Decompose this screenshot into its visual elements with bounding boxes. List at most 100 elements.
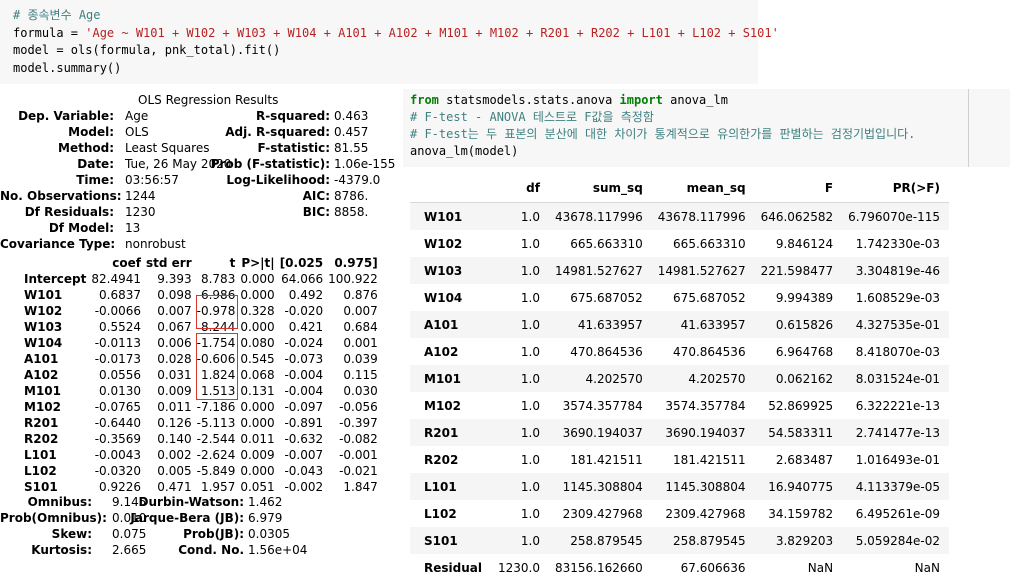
code-cell-scrollbar[interactable] [968, 89, 969, 167]
coef-cell: 0.011 [240, 432, 275, 446]
anova-row-name: W103 [424, 263, 463, 278]
anova-cell: 6.796070e-115 [848, 209, 940, 224]
coef-cell: -7.186 [196, 400, 236, 414]
anova-cell: 1.742330e-03 [855, 236, 940, 251]
coef-cell: -0.021 [339, 464, 378, 478]
anova-row-name: L101 [424, 479, 457, 494]
ols-right-value: -4379.0 [334, 173, 381, 187]
coef-cell: -0.0173 [94, 352, 142, 366]
coef-cell: -0.024 [284, 336, 324, 350]
ols-diag-left-label: Skew: [51, 527, 92, 541]
anova-cell: 221.598477 [760, 263, 834, 278]
anova-cell: 258.879545 [673, 533, 746, 548]
coef-cell: -0.397 [339, 416, 378, 430]
coef-cell: 1.513 [200, 384, 236, 398]
coef-row: Intercept 82.4941 9.393 8.783 0.000 64.066 100… [14, 271, 381, 287]
coef-cell: -0.082 [339, 432, 378, 446]
anova-header-cell: df [491, 174, 549, 203]
code-cell-anova[interactable]: from statsmodels.stats.anova import anov… [403, 89, 1010, 167]
coef-cell: 0.011 [157, 400, 192, 414]
anova-row: W104 1.0 675.687052 675.687052 9.994389 1.608… [410, 284, 949, 311]
coef-cell: 1.847 [343, 480, 378, 494]
anova-row-name: M101 [424, 371, 461, 386]
coef-cell: -0.002 [284, 480, 324, 494]
anova-cell: 0.615826 [775, 317, 834, 332]
coef-row-name: R202 [24, 432, 59, 446]
anova-cell: 6.322221e-13 [855, 398, 940, 413]
anova-cell: 470.864536 [570, 344, 643, 359]
ols-title: OLS Regression Results [138, 93, 279, 107]
code-comment-2: # F-test는 두 표본의 분산에 대한 차이가 통계적으로 유의한가를 판… [410, 127, 916, 141]
ols-right-label: F-statistic: [257, 141, 330, 155]
code-editor[interactable]: # 종속변수 Age formula = 'Age ~ W101 + W102 … [13, 7, 779, 77]
coef-cell: 0.000 [240, 288, 275, 302]
coef-cell: -0.0043 [94, 448, 142, 462]
coef-row-name: W103 [24, 320, 63, 334]
anova-cell: 4.113379e-05 [855, 479, 940, 494]
anova-cell: 1.0 [520, 398, 540, 413]
ols-right-row: BIC: 8858. [190, 204, 369, 220]
anova-cell: 1.0 [520, 425, 540, 440]
coef-cell: -0.3569 [94, 432, 142, 446]
ols-right-value: 1.06e-155 [334, 157, 396, 171]
ols-diag-right-label: Prob(JB): [183, 527, 244, 541]
anova-cell: 1.0 [520, 290, 540, 305]
coef-cell: 0.098 [157, 288, 192, 302]
anova-header-cell: F [754, 174, 843, 203]
anova-row-name: R201 [424, 425, 459, 440]
ols-right-value: 8858. [334, 205, 369, 219]
coef-cell: 0.009 [240, 448, 275, 462]
ols-left-label: Dep. Variable: [18, 109, 114, 123]
coef-header-cell: [0.025 [279, 256, 324, 270]
ols-diag-right-value: 0.0305 [248, 527, 290, 541]
code-formula-lhs: formula = [13, 25, 86, 40]
coef-header-cell: coef [112, 256, 142, 270]
anova-cell: 1.0 [520, 452, 540, 467]
code-import-name: anova_lm [662, 93, 728, 107]
anova-cell: 675.687052 [673, 290, 746, 305]
anova-cell: 1230.0 [497, 560, 540, 575]
ols-diag-right-label: Durbin-Watson: [138, 495, 244, 509]
anova-cell: 5.059284e-02 [855, 533, 940, 548]
coef-row: W104 -0.0113 0.006 -1.754 0.080 -0.024 0.001 [14, 335, 381, 351]
ols-right-value: 8786. [334, 189, 369, 203]
anova-table: df sum_sq mean_sq F PR(>F) W101 1.0 43678.1179… [410, 174, 949, 581]
anova-cell: 1.0 [520, 371, 540, 386]
anova-row: M102 1.0 3574.357784 3574.357784 52.869925 6.… [410, 392, 949, 419]
coef-cell: 0.126 [157, 416, 192, 430]
coef-table: coef std err t P>|t| [0.025 0.975] Intercept 8… [14, 255, 381, 495]
anova-cell: 665.663310 [673, 236, 746, 251]
coef-cell: 0.068 [240, 368, 275, 382]
coef-cell: 0.039 [343, 352, 378, 366]
anova-cell: 2.741477e-13 [855, 425, 940, 440]
coef-row: M102 -0.0765 0.011 -7.186 0.000 -0.097 -0.056 [14, 399, 381, 415]
code-editor-anova[interactable]: from statsmodels.stats.anova import anov… [410, 92, 915, 160]
anova-row-name: M102 [424, 398, 461, 413]
coef-cell: -0.0765 [94, 400, 142, 414]
ols-right-label: AIC: [302, 189, 330, 203]
code-keyword-import: import [619, 93, 663, 107]
coef-row: W101 0.6837 0.098 6.986 0.000 0.492 0.876 [14, 287, 381, 303]
coef-cell: -0.0066 [94, 304, 142, 318]
anova-cell: 665.663310 [570, 236, 643, 251]
anova-cell: 1.608529e-03 [855, 290, 940, 305]
anova-cell: 675.687052 [570, 290, 643, 305]
anova-cell: 8.418070e-03 [855, 344, 940, 359]
ols-diag-left-label: Kurtosis: [31, 543, 92, 557]
ols-diag-right-value: 1.56e+04 [248, 543, 308, 557]
anova-cell: 16.940775 [768, 479, 834, 494]
ols-left-label: Covariance Type: [0, 237, 116, 251]
ols-right-label: Adj. R-squared: [225, 125, 330, 139]
anova-cell: 1.0 [520, 263, 540, 278]
coef-row: A101 -0.0173 0.028 -0.606 0.545 -0.073 0.039 [14, 351, 381, 367]
code-cell-formula[interactable]: # 종속변수 Age formula = 'Age ~ W101 + W102 … [0, 0, 779, 84]
ols-diag-right-row: Durbin-Watson: 1.462 [120, 494, 283, 510]
anova-header-cell [410, 174, 492, 203]
ols-diag-left-label: Prob(Omnibus): [0, 511, 107, 525]
coef-cell: -5.849 [196, 464, 236, 478]
ols-left-label: Date: [77, 157, 114, 171]
coef-cell: 0.545 [240, 352, 275, 366]
anova-row: W101 1.0 43678.117996 43678.117996 646.06258… [410, 202, 949, 230]
anova-row-name: S101 [424, 533, 458, 548]
coef-cell: 0.007 [343, 304, 378, 318]
